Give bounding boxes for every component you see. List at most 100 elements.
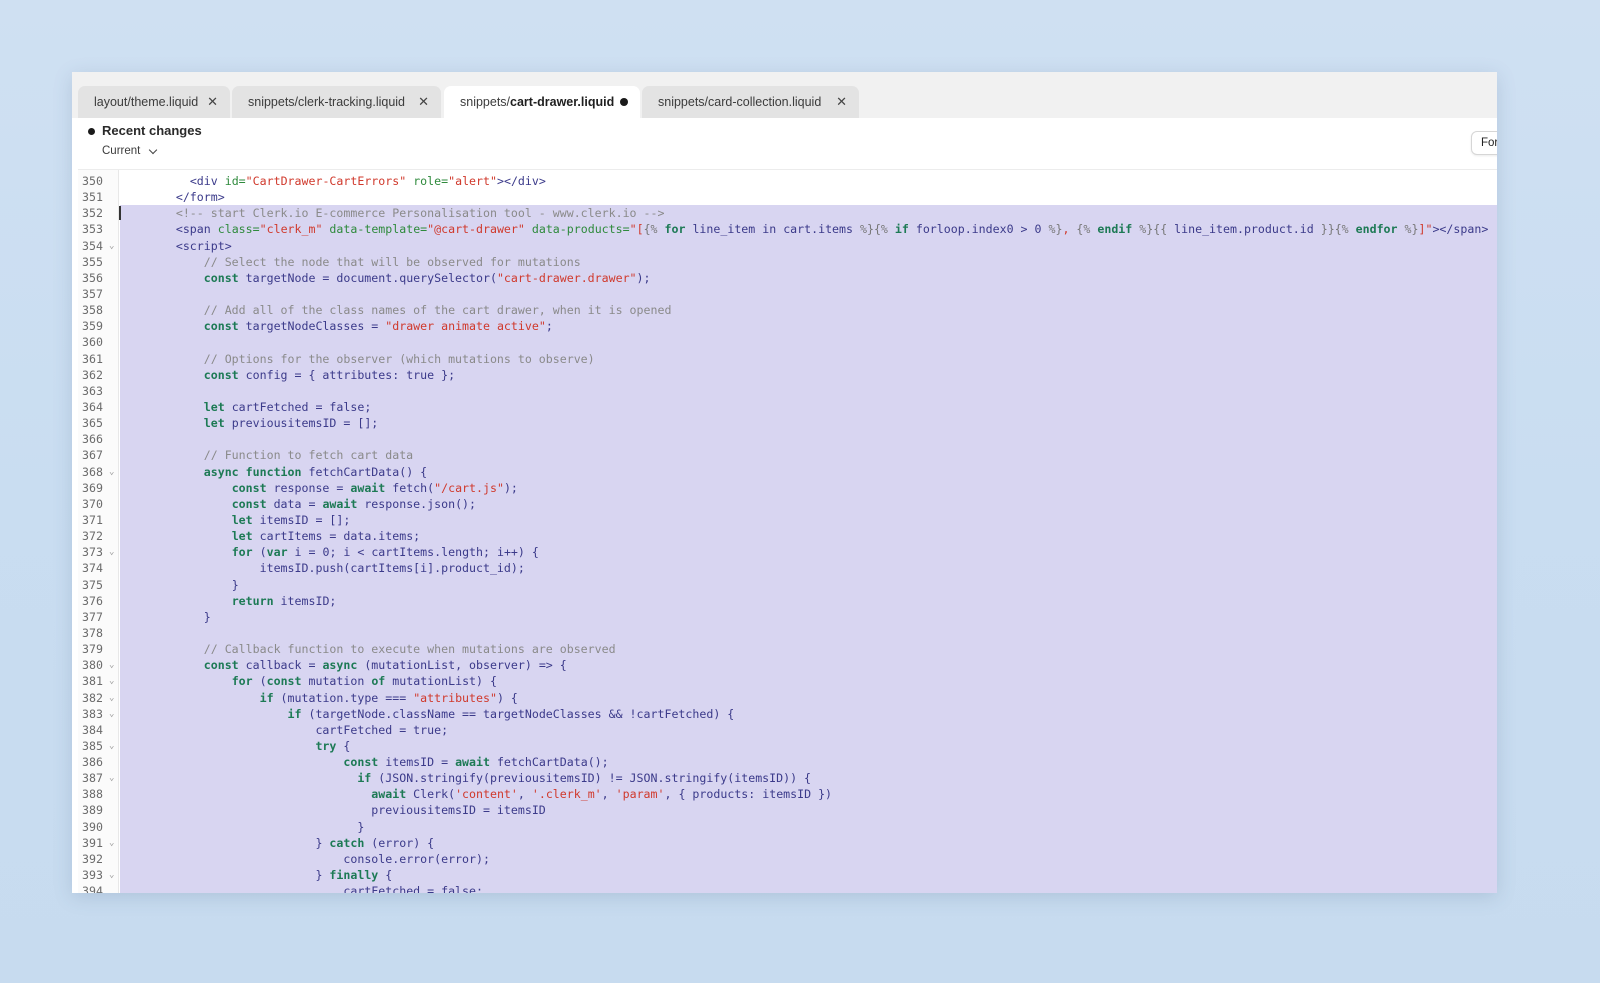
code-line[interactable]: 379 // Callback function to execute when… — [78, 641, 1497, 658]
code-line[interactable]: 369 const response = await fetch("/cart.… — [78, 479, 1497, 496]
close-icon[interactable]: ✕ — [836, 94, 847, 110]
code-token: const — [203, 319, 239, 334]
code-line[interactable]: 352 <!-- start Clerk.io E-commerce Perso… — [78, 205, 1497, 222]
version-select-value: Current — [102, 145, 141, 157]
code-line[interactable]: 359 const targetNodeClasses = "drawer an… — [78, 318, 1497, 335]
code-token: if — [894, 222, 909, 237]
version-select[interactable]: Current — [102, 145, 158, 157]
code-line[interactable]: 377 } — [78, 608, 1497, 625]
code-token: // Select the node that will be observed… — [203, 254, 581, 269]
code-text: // Function to fetch cart data — [120, 447, 1497, 464]
fold-chevron-icon[interactable]: ⌄ — [109, 690, 114, 706]
code-token: response.json(); — [357, 496, 477, 511]
fold-chevron-icon[interactable]: ⌄ — [109, 238, 114, 254]
unsaved-dot-icon[interactable] — [620, 98, 628, 106]
code-line[interactable]: 392 console.error(error); — [78, 850, 1497, 868]
fold-chevron-icon[interactable]: ⌄ — [109, 867, 114, 883]
code-token: (mutation.type === — [273, 690, 414, 705]
line-number: 364 — [78, 398, 118, 416]
code-line[interactable]: 380 ⌄ const callback = async (mutationLis… — [78, 657, 1497, 674]
code-line[interactable]: 357 — [78, 285, 1497, 303]
line-number: 369 — [78, 479, 118, 496]
line-number: 360 — [78, 334, 118, 351]
fold-chevron-icon[interactable]: ⌄ — [109, 706, 114, 722]
code-line[interactable]: 358 // Add all of the class names of the… — [78, 302, 1497, 319]
tab-card-collection[interactable]: snippets/card-collection.liquid ✕ — [642, 86, 859, 118]
code-token: class= — [217, 222, 260, 237]
code-line[interactable]: 374 itemsID.push(cartItems[i].product_id… — [78, 560, 1497, 577]
fold-chevron-icon[interactable]: ⌄ — [109, 835, 114, 851]
code-line[interactable]: 355 // Select the node that will be obse… — [78, 253, 1497, 270]
code-token: data-template= — [322, 222, 428, 237]
line-number: 392 — [78, 850, 118, 868]
fold-chevron-icon[interactable]: ⌄ — [109, 770, 114, 786]
code-line[interactable]: 383 ⌄ if (targetNode.className == targetN… — [78, 705, 1497, 722]
fold-chevron-icon[interactable]: ⌄ — [109, 464, 114, 480]
code-line[interactable]: 390 } — [78, 818, 1497, 835]
code-line[interactable]: 384 cartFetched = true; — [78, 721, 1497, 738]
code-line[interactable]: 388 await Clerk('content', '.clerk_m', '… — [78, 786, 1497, 803]
code-lines[interactable]: 350 <div id="CartDrawer-CartErrors" role… — [78, 173, 1497, 893]
fold-chevron-icon[interactable]: ⌄ — [109, 738, 114, 754]
code-line[interactable]: 351 </form> — [78, 189, 1497, 206]
code-token: (targetNode.className == targetNodeClass… — [301, 706, 735, 721]
code-editor[interactable]: 350 <div id="CartDrawer-CartErrors" role… — [78, 170, 1497, 893]
code-line[interactable]: 373 ⌄ for (var i = 0; i < cartItems.lengt… — [78, 544, 1497, 561]
tab-filename: cart-drawer.liquid — [510, 95, 615, 109]
code-token: "cart-drawer.drawer" — [496, 270, 637, 285]
close-icon[interactable]: ✕ — [207, 94, 218, 110]
code-line[interactable]: 393 ⌄ } finally { — [78, 867, 1497, 884]
code-token: ; — [545, 319, 553, 334]
code-token: mutationList) { — [385, 674, 497, 689]
code-text: if (mutation.type === "attributes") { — [120, 689, 1497, 706]
code-line[interactable]: 381 ⌄ for (const mutation of mutationList… — [78, 673, 1497, 690]
code-line[interactable]: 375 } — [78, 576, 1497, 593]
code-line[interactable]: 389 previousitemsID = itemsID — [78, 802, 1497, 819]
tab-clerk-tracking[interactable]: snippets/clerk-tracking.liquid ✕ — [232, 86, 441, 118]
code-line[interactable]: 376 return itemsID; — [78, 592, 1497, 609]
code-line[interactable]: 362 const config = { attributes: true }; — [78, 366, 1497, 383]
code-line[interactable]: 386 const itemsID = await fetchCartData(… — [78, 754, 1497, 771]
code-text: if (JSON.stringify(previousitemsID) != J… — [120, 770, 1497, 787]
code-token: cartItems = data.items; — [252, 529, 421, 544]
code-line[interactable]: 361 // Options for the observer (which m… — [78, 350, 1497, 367]
code-token: await — [322, 496, 358, 511]
code-line[interactable]: 353 <span class="clerk_m" data-template=… — [78, 221, 1497, 238]
code-line[interactable]: 372 let cartItems = data.items; — [78, 528, 1497, 545]
code-token: "clerk_m" — [259, 222, 323, 237]
code-line[interactable]: 378 — [78, 624, 1497, 642]
code-token: await — [350, 480, 386, 495]
code-line[interactable]: 364 let cartFetched = false; — [78, 398, 1497, 416]
close-icon[interactable]: ✕ — [418, 94, 429, 110]
tab-layout-theme[interactable]: layout/theme.liquid ✕ — [78, 86, 230, 118]
code-line[interactable]: 391 ⌄ } catch (error) { — [78, 834, 1497, 851]
tab-cart-drawer[interactable]: snippets/cart-drawer.liquid — [444, 86, 640, 118]
code-line[interactable]: 363 — [78, 382, 1497, 399]
code-line[interactable]: 350 <div id="CartDrawer-CartErrors" role… — [78, 173, 1497, 190]
code-token: 'param' — [615, 787, 665, 802]
code-text: if (targetNode.className == targetNodeCl… — [120, 705, 1497, 722]
code-line[interactable]: 382 ⌄ if (mutation.type === "attributes")… — [78, 689, 1497, 706]
code-token: "[ — [629, 222, 644, 237]
code-line[interactable]: 360 — [78, 334, 1497, 351]
code-token: const — [231, 480, 267, 495]
code-line[interactable]: 356 const targetNode = document.querySel… — [78, 269, 1497, 286]
code-line[interactable]: 387 ⌄ if (JSON.stringify(previousitemsID)… — [78, 770, 1497, 787]
fold-chevron-icon[interactable]: ⌄ — [109, 657, 114, 673]
fold-chevron-icon[interactable]: ⌄ — [109, 544, 114, 560]
code-line[interactable]: 371 let itemsID = []; — [78, 511, 1497, 529]
code-line[interactable]: 368 ⌄ async function fetchCartData() { — [78, 463, 1497, 480]
code-token: if — [259, 690, 274, 705]
code-line[interactable]: 366 — [78, 431, 1497, 448]
line-number: 371 — [78, 511, 118, 529]
code-line[interactable]: 385 ⌄ try { — [78, 737, 1497, 755]
code-line[interactable]: 370 const data = await response.json(); — [78, 495, 1497, 512]
fold-chevron-icon[interactable]: ⌄ — [109, 673, 114, 689]
code-line[interactable]: 365 let previousitemsID = []; — [78, 415, 1497, 432]
code-line[interactable]: 367 // Function to fetch cart data — [78, 447, 1497, 464]
code-token: callback = — [238, 658, 323, 673]
code-line[interactable]: 394 cartFetched = false; — [78, 883, 1497, 893]
line-number: 372 — [78, 528, 118, 545]
format-button[interactable]: For — [1471, 131, 1497, 155]
code-line[interactable]: 354 ⌄ <script> — [78, 237, 1497, 254]
